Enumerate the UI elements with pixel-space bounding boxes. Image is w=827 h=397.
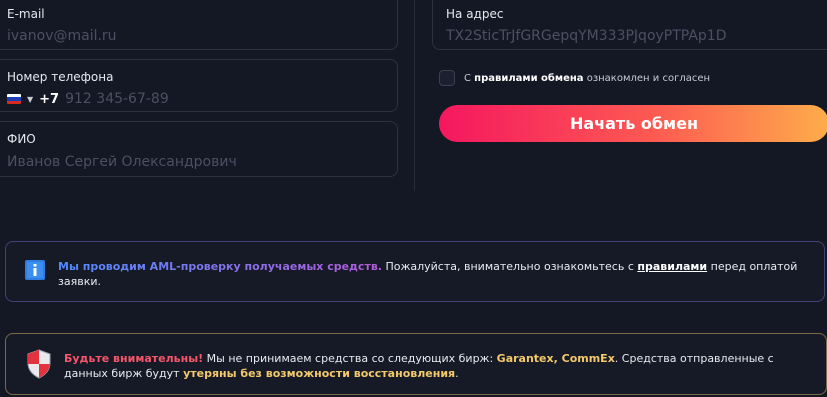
agreement-prefix: С bbox=[464, 72, 475, 84]
aml-accent-text: Мы проводим AML-проверку получаемых сред… bbox=[58, 260, 382, 273]
shield-icon bbox=[27, 349, 51, 379]
info-icon bbox=[25, 260, 45, 280]
email-label: E-mail bbox=[7, 7, 45, 21]
email-input[interactable]: ivanov@mail.ru bbox=[7, 28, 117, 44]
phone-field[interactable]: Номер телефона ▼ +7 912 345-67-89 bbox=[0, 59, 398, 112]
email-field[interactable]: E-mail ivanov@mail.ru bbox=[0, 0, 398, 50]
warning-text-part3: . bbox=[455, 367, 459, 380]
lost-funds-text: утеряны без возможности восстановления bbox=[183, 367, 456, 380]
aml-notice: Мы проводим AML-проверку получаемых сред… bbox=[5, 241, 825, 302]
warning-notice: Будьте внимательны! Мы не принимаем сред… bbox=[5, 333, 827, 395]
aml-notice-text: Мы проводим AML-проверку получаемых сред… bbox=[58, 259, 804, 289]
agreement-text: С правилами обмена ознакомлен и согласен bbox=[464, 73, 710, 84]
fio-label: ФИО bbox=[7, 132, 36, 146]
country-code: +7 bbox=[39, 91, 60, 107]
agreement-checkbox[interactable] bbox=[439, 70, 455, 86]
fio-input[interactable]: Иванов Сергей Олександрович bbox=[7, 154, 237, 170]
warning-text-part1: Мы не принимаем средства со следующих би… bbox=[203, 352, 497, 365]
chevron-down-icon[interactable]: ▼ bbox=[27, 95, 33, 104]
russia-flag-icon[interactable] bbox=[7, 94, 21, 104]
column-divider bbox=[414, 0, 415, 191]
aml-rules-link[interactable]: правилами bbox=[637, 260, 707, 273]
blocked-exchanges: Garantex, CommEx bbox=[496, 352, 615, 365]
agreement-row: С правилами обмена ознакомлен и согласен bbox=[439, 70, 710, 86]
address-field[interactable]: На адрес TX2SticTrJfGRGepqYM333PJqoyPTPA… bbox=[432, 0, 827, 50]
rules-link[interactable]: правилами обмена bbox=[474, 73, 583, 84]
start-exchange-button[interactable]: Начать обмен bbox=[439, 105, 827, 142]
address-input[interactable]: TX2SticTrJfGRGepqYM333PJqoyPTPAp1D bbox=[446, 28, 727, 44]
warning-notice-text: Будьте внимательны! Мы не принимаем сред… bbox=[64, 351, 806, 381]
agreement-suffix: ознакомлен и согласен bbox=[583, 72, 711, 84]
aml-text-part1: Пожалуйста, внимательно ознакомьтесь с bbox=[381, 260, 638, 273]
warning-accent-text: Будьте внимательны! bbox=[64, 352, 204, 365]
phone-input[interactable]: 912 345-67-89 bbox=[65, 91, 169, 107]
address-label: На адрес bbox=[446, 7, 504, 21]
fio-field[interactable]: ФИО Иванов Сергей Олександрович bbox=[0, 121, 398, 177]
phone-input-row[interactable]: ▼ +7 912 345-67-89 bbox=[7, 91, 169, 107]
phone-label: Номер телефона bbox=[7, 70, 114, 84]
